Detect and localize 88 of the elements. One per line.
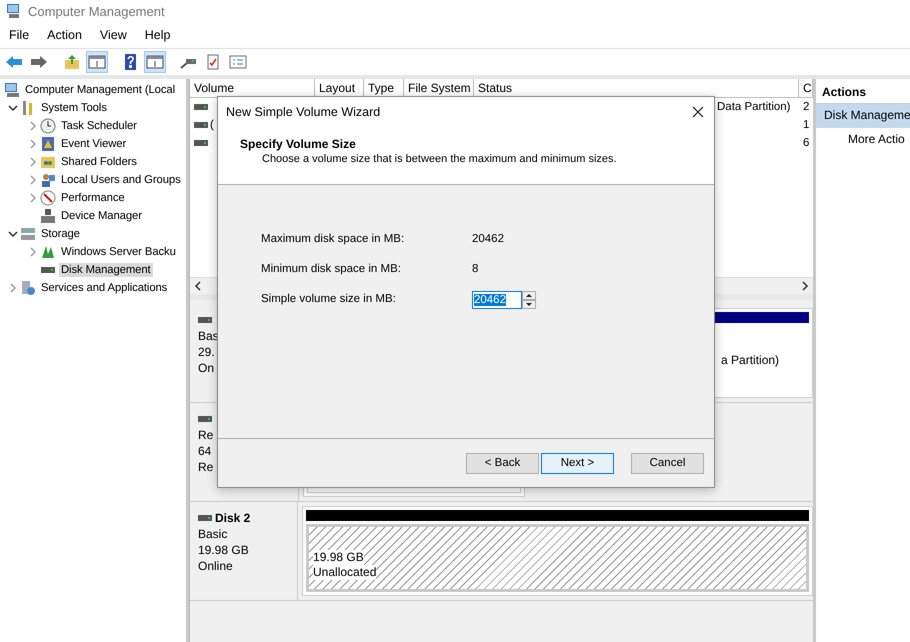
tree-item[interactable]: Services and Applications (39, 281, 170, 295)
toolbar-button[interactable] (86, 51, 108, 73)
tree-item[interactable]: Device Manager (59, 209, 144, 223)
partition-block[interactable]: 19.98 GB Unallocated (302, 506, 813, 596)
drive-icon (198, 416, 212, 422)
tree-item[interactable]: Computer Management (Local (23, 83, 177, 97)
tree-item[interactable]: Local Users and Groups (59, 173, 183, 187)
scroll-right-icon[interactable] (801, 281, 809, 291)
column-header[interactable]: C (799, 79, 813, 97)
tree-item[interactable]: Event Viewer (59, 137, 128, 151)
table-cell: ( (210, 119, 214, 131)
computer-icon (4, 82, 20, 98)
partition-label: Unallocated (313, 565, 376, 580)
forward-icon (30, 54, 48, 70)
current-node-entry[interactable]: Disk Manageme (816, 104, 910, 128)
window-title: Computer Management (28, 4, 165, 18)
clock-icon (40, 118, 56, 134)
folder-up-icon (63, 54, 81, 70)
users-icon (40, 172, 56, 188)
chevron-right-icon[interactable] (29, 157, 37, 167)
pane-icon (146, 54, 164, 70)
back-button[interactable]: < Back (466, 452, 539, 474)
spin-up-icon[interactable] (522, 291, 536, 300)
tree-item[interactable]: Storage (39, 227, 82, 241)
backup-icon (40, 244, 56, 260)
disk-detail: 19.98 GB (198, 542, 250, 558)
log-icon (40, 136, 56, 152)
drive-icon (198, 317, 212, 323)
disk-detail: On (198, 360, 216, 376)
storage-icon (20, 226, 36, 242)
chevron-right-icon[interactable] (29, 193, 37, 203)
disk-name: Disk 2 (215, 511, 250, 525)
computer-icon (6, 3, 22, 19)
scroll-left-icon[interactable] (194, 281, 202, 291)
disk-detail: 29. (198, 344, 216, 360)
chevron-down-icon[interactable] (8, 230, 18, 238)
disk-detail: Basic (198, 526, 228, 542)
menu-item[interactable]: Help (144, 28, 170, 42)
menu-item[interactable]: File (9, 28, 30, 42)
tree-item[interactable]: Disk Management (59, 263, 153, 277)
tree-item[interactable]: Windows Server Backu (59, 245, 178, 259)
menu-item[interactable]: Action (47, 28, 82, 42)
chevron-right-icon[interactable] (9, 283, 17, 293)
pane-icon (88, 54, 106, 70)
field-label: Maximum disk space in MB: (261, 233, 406, 245)
tree-item[interactable]: Task Scheduler (59, 119, 139, 133)
drive-icon (194, 104, 208, 110)
dialog-title: New Simple Volume Wizard (226, 105, 380, 119)
chevron-right-icon[interactable] (29, 121, 37, 131)
table-cell: 6 (803, 137, 810, 149)
field-value: 20462 (472, 233, 504, 245)
drive-icon (198, 515, 212, 521)
close-icon[interactable] (692, 106, 704, 118)
chevron-right-icon[interactable] (29, 175, 37, 185)
table-cell: 2 (803, 101, 810, 113)
back-icon (5, 54, 23, 70)
more-link[interactable]: More Actio (816, 128, 910, 152)
step-description: Choose a volume size that is between the maximum and minimum sizes. (261, 153, 618, 165)
list-icon (229, 54, 247, 70)
field-value: 8 (472, 263, 478, 275)
table-cell: 1 (803, 119, 810, 131)
tree-item[interactable]: Shared Folders (59, 155, 139, 169)
services-icon (20, 280, 36, 296)
next-button[interactable]: Next > (541, 452, 614, 474)
toolbar-button[interactable] (144, 51, 166, 73)
chevron-right-icon[interactable] (29, 247, 37, 257)
partition-label: 19.98 GB (313, 550, 364, 565)
field-label: Minimum disk space in MB: (261, 263, 402, 275)
disk-detail: Re (198, 459, 214, 475)
step-heading: Specify Volume Size (240, 137, 357, 151)
drive-icon (194, 140, 208, 146)
disk-detail: Online (198, 558, 234, 574)
chevron-right-icon[interactable] (29, 139, 37, 149)
field-label: Simple volume size in MB: (261, 293, 397, 305)
menu-item[interactable]: View (100, 28, 127, 42)
disk-detail: 64 (198, 443, 212, 459)
drive-icon (194, 122, 208, 128)
partition-label: a Partition) (721, 352, 780, 368)
tree-item[interactable]: System Tools (39, 101, 109, 115)
folder-icon (40, 154, 56, 170)
disk-detail: Re (198, 427, 214, 443)
spin-down-icon[interactable] (522, 300, 536, 309)
device-icon (40, 208, 56, 224)
table-cell: Data Partition) (717, 101, 791, 113)
gauge-icon (40, 190, 56, 206)
chevron-down-icon[interactable] (8, 104, 18, 112)
tree-item[interactable]: Performance (59, 191, 127, 205)
cancel-button[interactable]: Cancel (631, 452, 704, 474)
